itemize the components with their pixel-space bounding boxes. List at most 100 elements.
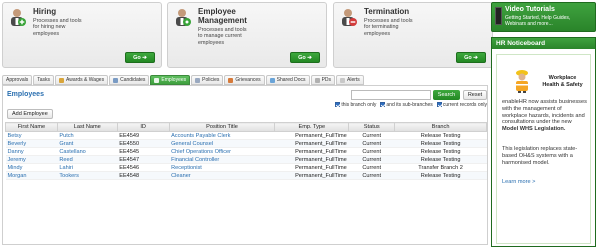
filter-this-branch[interactable]: this branch only (335, 102, 376, 108)
pd-icon (314, 77, 320, 83)
column-header[interactable]: ID (116, 122, 170, 132)
status-cell: Current (348, 139, 395, 148)
tab-employees[interactable]: Employees (150, 75, 191, 85)
tab-policies[interactable]: Policies (191, 75, 224, 85)
id-cell: EE4546 (117, 163, 170, 172)
id-cell: EE4550 (117, 139, 170, 148)
tab-candidates[interactable]: Candidates (109, 75, 150, 85)
video-tutorials-subtitle: Getting Started, Help Guides, Webinars an… (505, 15, 571, 27)
employee-management-card: Employee Management Processes and tools to… (167, 2, 327, 68)
last-name-cell[interactable]: Tookers (57, 171, 118, 180)
learn-more-link[interactable]: Learn more > (502, 179, 535, 185)
column-header[interactable]: First Name (5, 122, 58, 132)
termination-card: Termination Processes and tools for termi… (333, 2, 493, 68)
video-tutorials-banner[interactable]: Video Tutorials Getting Started, Help Gu… (491, 2, 596, 32)
tab-awards-wages[interactable]: Awards & Wages (55, 75, 109, 85)
status-cell: Current (348, 163, 395, 172)
tab-shared-docs[interactable]: Shared Docs (265, 75, 310, 85)
first-name-cell[interactable]: Danny (5, 147, 58, 156)
checkbox-icon[interactable] (380, 102, 386, 108)
emp-type-cell: Permanent_FullTime (274, 171, 349, 180)
person-remove-icon (338, 7, 358, 27)
last-name-cell[interactable]: Lahiri (57, 163, 118, 172)
last-name-cell[interactable]: Castellano (57, 147, 118, 156)
card-description: Processes and tools for terminating employ… (364, 18, 413, 37)
last-name-cell[interactable]: Grant (57, 139, 118, 148)
candidate-icon (113, 77, 119, 83)
reset-button[interactable]: Reset (463, 90, 487, 100)
table-row[interactable]: Morgan Tookers EE4548 Cleaner Permanent_… (5, 171, 487, 180)
status-cell: Current (348, 147, 395, 156)
position-cell[interactable]: Accounts Payable Clerk (169, 131, 275, 140)
notice-heading: Workplace Health & Safety (542, 75, 583, 88)
column-header[interactable]: Status (348, 122, 396, 132)
column-header[interactable]: Last Name (56, 122, 118, 132)
position-cell[interactable]: Chief Operations Officer (169, 147, 275, 156)
status-cell: Current (348, 155, 395, 164)
page-title: Employees (7, 91, 44, 98)
table-row[interactable]: Beverly Grant EE4550 General Counsel Per… (5, 139, 487, 148)
table-row[interactable]: Betsy Putch EE4549 Accounts Payable Cler… (5, 131, 487, 140)
employees-panel: Employees Search Reset this branch only … (2, 85, 488, 245)
last-name-cell[interactable]: Putch (57, 131, 118, 140)
checkbox-icon[interactable] (436, 102, 442, 108)
emp-type-cell: Permanent_FullTime (274, 147, 349, 156)
add-employee-button[interactable]: Add Employee (7, 109, 53, 119)
filter-options: this branch only and its sub-branches cu… (303, 102, 487, 108)
last-name-cell[interactable]: Reed (57, 155, 118, 164)
tab-grievances[interactable]: Grievances (224, 75, 265, 85)
column-header[interactable]: Position Title (168, 122, 276, 132)
first-name-cell[interactable]: Morgan (5, 171, 58, 180)
checkbox-icon[interactable] (335, 102, 341, 108)
tab-tasks[interactable]: Tasks (33, 75, 55, 85)
termination-go-button[interactable]: Go ➔ (456, 52, 486, 63)
id-cell: EE4545 (117, 147, 170, 156)
employee-icon (154, 77, 160, 83)
filter-current-records[interactable]: current records only (436, 102, 487, 108)
branch-cell: Release Testing (394, 171, 487, 180)
id-cell: EE4549 (117, 131, 170, 140)
search-input[interactable] (351, 90, 431, 100)
notice-paragraph: enableHR now assists businesses with the… (502, 99, 587, 133)
position-cell[interactable]: Cleaner (169, 171, 275, 180)
tab-approvals[interactable]: Approvals (2, 75, 33, 85)
position-cell[interactable]: Receptionist (169, 163, 275, 172)
emp-type-cell: Permanent_FullTime (274, 163, 349, 172)
tab-alerts[interactable]: Alerts (336, 75, 364, 85)
table-row[interactable]: Jeremy Reed EE4547 Financial Controller … (5, 155, 487, 164)
hiring-go-button[interactable]: Go ➔ (125, 52, 155, 63)
id-cell: EE4548 (117, 171, 170, 180)
person-gear-icon (172, 7, 192, 27)
policy-icon (195, 77, 201, 83)
card-description: Processes and tools for hiring new employe… (33, 18, 82, 37)
employees-table: First Name Last Name ID Position Title E… (5, 122, 487, 180)
alert-icon (340, 77, 346, 83)
first-name-cell[interactable]: Beverly (5, 139, 58, 148)
first-name-cell[interactable]: Betsy (5, 131, 58, 140)
first-name-cell[interactable]: Mindy (5, 163, 58, 172)
hiring-card: Hiring Processes and tools for hiring new… (2, 2, 162, 68)
employee-management-go-button[interactable]: Go ➔ (290, 52, 320, 63)
emp-type-cell: Permanent_FullTime (274, 139, 349, 148)
search-button[interactable]: Search (433, 90, 460, 100)
video-tutorials-title: Video Tutorials (505, 6, 555, 13)
branch-cell: Release Testing (394, 139, 487, 148)
right-sidebar: Video Tutorials Getting Started, Help Gu… (491, 2, 596, 247)
table-row[interactable]: Danny Castellano EE4545 Chief Operations… (5, 147, 487, 156)
table-row[interactable]: Mindy Lahiri EE4546 Receptionist Permane… (5, 163, 487, 172)
position-cell[interactable]: Financial Controller (169, 155, 275, 164)
position-cell[interactable]: General Counsel (169, 139, 275, 148)
notice-paragraph: This legislation replaces state-based OH… (502, 146, 578, 166)
first-name-cell[interactable]: Jeremy (5, 155, 58, 164)
card-title: Employee Management (198, 7, 247, 25)
branch-cell: Transfer Branch 2 (394, 163, 487, 172)
branch-cell: Release Testing (394, 155, 487, 164)
column-header[interactable]: Emp. Type (274, 122, 350, 132)
filter-sub-branches[interactable]: and its sub-branches (380, 102, 433, 108)
branch-cell: Release Testing (394, 147, 487, 156)
notice-card: Workplace Health & Safety enableHR now as… (496, 54, 591, 244)
tab-pds[interactable]: PDs (310, 75, 336, 85)
noticeboard-title: HR Noticeboard (492, 38, 595, 49)
column-header[interactable]: Branch (394, 122, 487, 132)
person-add-icon (7, 7, 27, 27)
